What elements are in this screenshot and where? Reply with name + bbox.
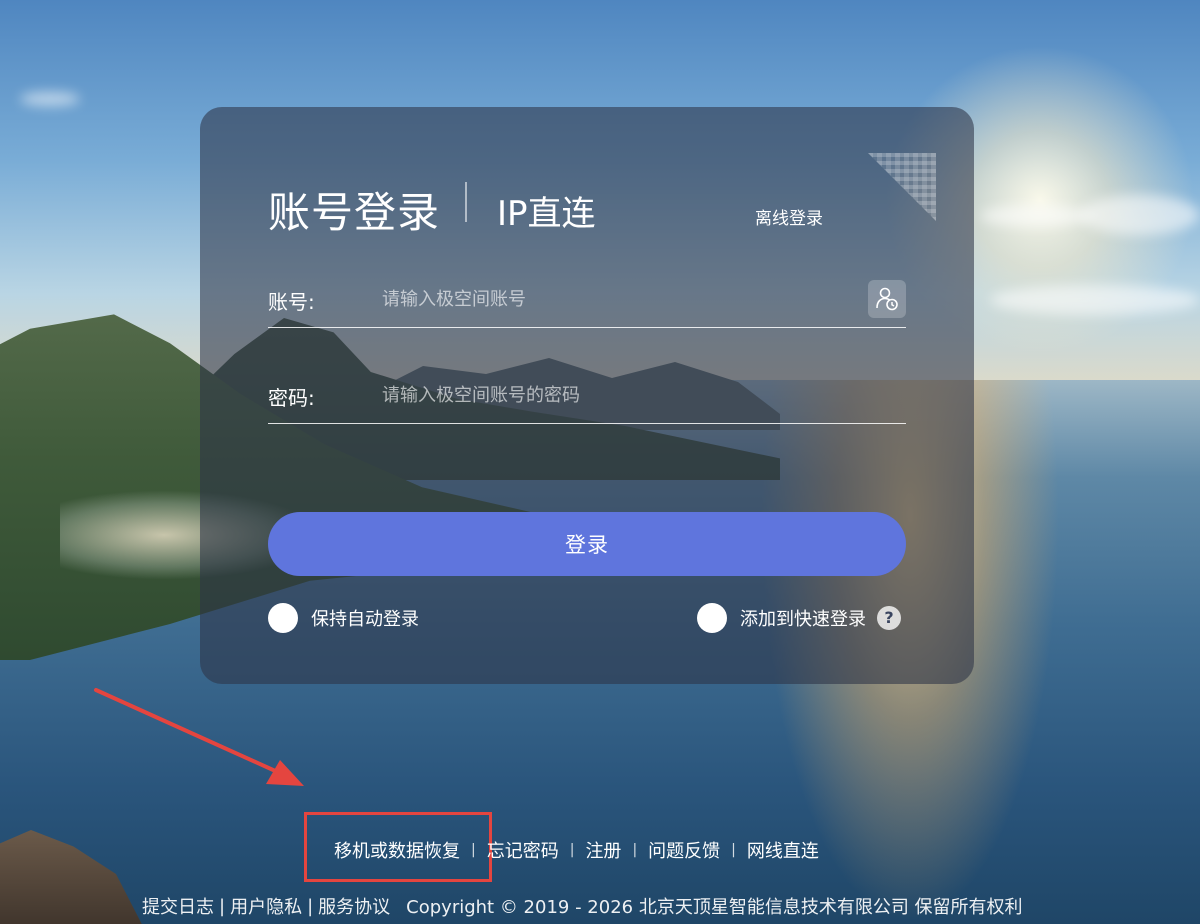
footer-link-cable-direct[interactable]: 网线直连 bbox=[747, 837, 819, 863]
footer-separator: | bbox=[569, 842, 575, 858]
annotation-arrow bbox=[94, 688, 304, 786]
footer-legal: 提交日志 | 用户隐私 | 服务协议 Copyright © 2019 - 20… bbox=[142, 893, 1023, 919]
footer-separator: | bbox=[632, 842, 638, 858]
footer-link-forgot-password[interactable]: 忘记密码 bbox=[487, 837, 559, 863]
footer-link-register[interactable]: 注册 bbox=[585, 837, 621, 863]
footer-separator: | bbox=[731, 842, 736, 858]
footer-separator: | bbox=[471, 842, 476, 858]
legal-link-service-agreement[interactable]: 服务协议 bbox=[318, 893, 390, 919]
footer-link-migration-recovery[interactable]: 移机或数据恢复 bbox=[334, 837, 460, 863]
legal-separator: | bbox=[219, 895, 226, 917]
copyright-text: Copyright © 2019 - 2026 北京天顶星智能信息技术有限公司 … bbox=[406, 897, 1023, 918]
legal-separator: | bbox=[307, 895, 314, 917]
legal-link-privacy[interactable]: 用户隐私 bbox=[230, 893, 302, 919]
footer-links: 移机或数据恢复 | 忘记密码 | 注册 | 问题反馈 | 网线直连 bbox=[334, 838, 819, 862]
footer-link-feedback[interactable]: 问题反馈 bbox=[648, 837, 720, 863]
legal-link-submit-log[interactable]: 提交日志 bbox=[142, 893, 214, 919]
